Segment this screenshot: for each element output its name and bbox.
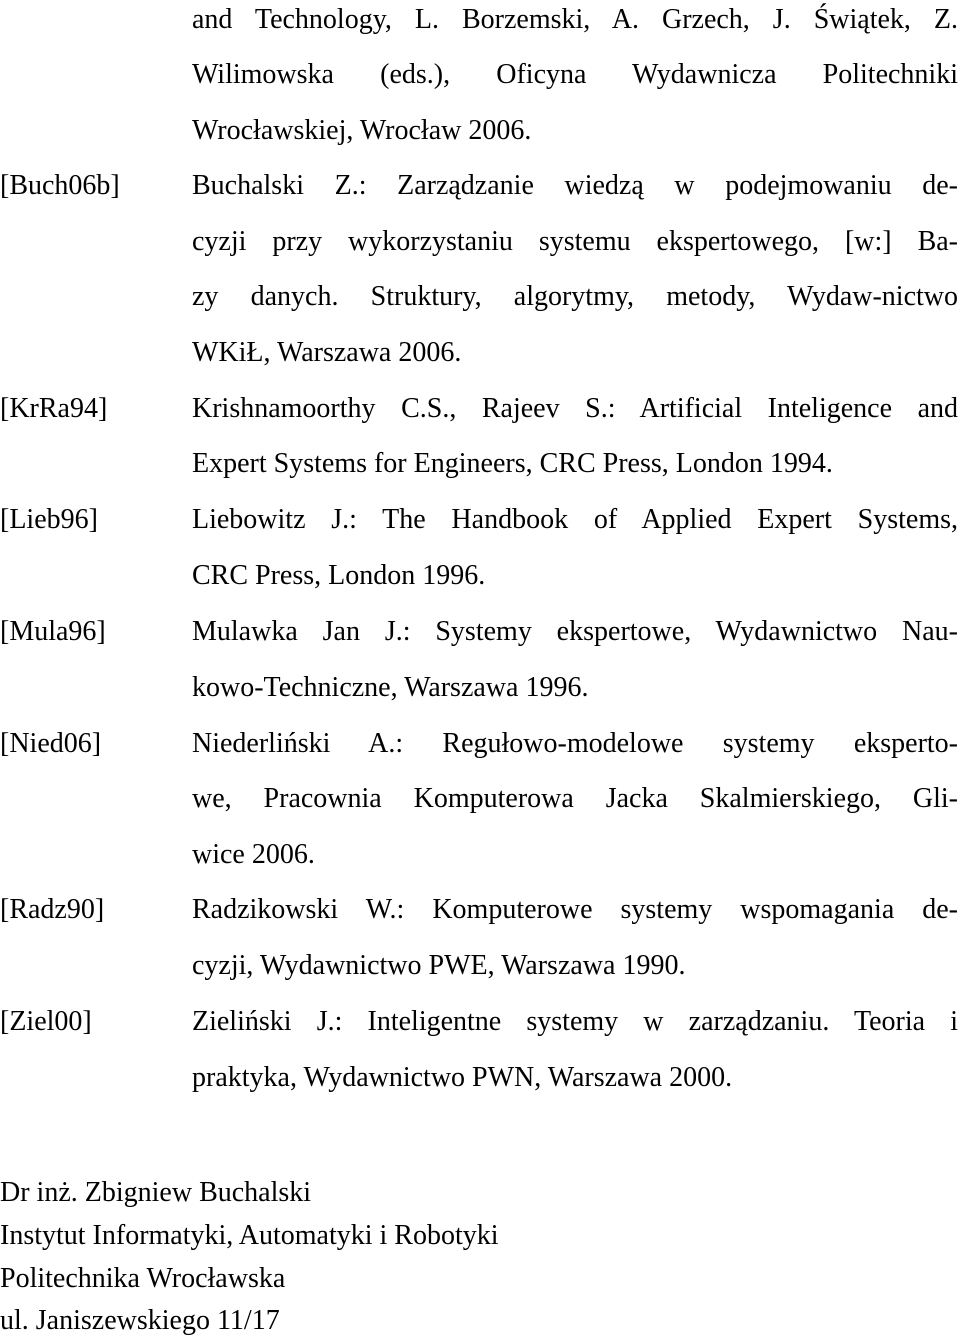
reference-text: Krishnamoorthy C.S., Rajeev S.: Artifici… — [192, 393, 958, 424]
reference-text: Radzikowski W.: Komputerowe systemy wspo… — [192, 894, 958, 925]
author-address: ul. Janiszewskiego 11/17 — [0, 1305, 280, 1336]
reference-line: wice 2006. — [0, 835, 960, 875]
reference-text: Niederliński A.: Regułowo-modelowe syste… — [192, 728, 958, 759]
reference-continuation-line: Wilimowska (eds.), Oficyna Wydawnicza Po… — [0, 55, 960, 95]
reference-line: zy danych. Struktury, algorytmy, metody,… — [0, 277, 960, 317]
author-institute: Instytut Informatyki, Automatyki i Robot… — [0, 1220, 499, 1251]
reference-key: [Lieb96] — [0, 504, 98, 535]
reference-entry: [Ziel00] Zieliński J.: Inteligentne syst… — [0, 1002, 960, 1042]
reference-key: [Mula96] — [0, 616, 106, 647]
reference-text: Wilimowska (eds.), Oficyna Wydawnicza Po… — [192, 59, 958, 90]
reference-text: Wrocławskiej, Wrocław 2006. — [192, 115, 532, 146]
reference-text: Liebowitz J.: The Handbook of Applied Ex… — [192, 504, 958, 535]
reference-text: praktyka, Wydawnictwo PWN, Warszawa 2000… — [192, 1062, 733, 1093]
reference-text: wice 2006. — [192, 839, 315, 870]
reference-line: we, Pracownia Komputerowa Jacka Skalmier… — [0, 779, 960, 819]
reference-text: Expert Systems for Engineers, CRC Press,… — [192, 448, 833, 479]
reference-key: [Nied06] — [0, 728, 102, 759]
reference-text: Mulawka Jan J.: Systemy ekspertowe, Wyda… — [192, 616, 958, 647]
reference-line: CRC Press, London 1996. — [0, 556, 960, 596]
reference-text: CRC Press, London 1996. — [192, 560, 486, 591]
reference-text: cyzji przy wykorzystaniu systemu ekspert… — [192, 226, 958, 257]
reference-text: and Technology, L. Borzemski, A. Grzech,… — [192, 4, 958, 35]
reference-entry: [Lieb96] Liebowitz J.: The Handbook of A… — [0, 500, 960, 540]
reference-entry: [Radz90] Radzikowski W.: Komputerowe sys… — [0, 890, 960, 930]
reference-line: cyzji przy wykorzystaniu systemu ekspert… — [0, 222, 960, 262]
reference-line: WKiŁ, Warszawa 2006. — [0, 333, 960, 373]
reference-text: we, Pracownia Komputerowa Jacka Skalmier… — [192, 783, 958, 814]
reference-text: zy danych. Struktury, algorytmy, metody,… — [192, 281, 958, 312]
reference-entry: [Nied06] Niederliński A.: Regułowo-model… — [0, 724, 960, 764]
author-name: Dr inż. Zbigniew Buchalski — [0, 1177, 312, 1208]
reference-key: [Buch06b] — [0, 170, 120, 201]
reference-entry: [KrRa94] Krishnamoorthy C.S., Rajeev S.:… — [0, 389, 960, 429]
reference-line: cyzji, Wydawnictwo PWE, Warszawa 1990. — [0, 946, 960, 986]
reference-text: Zieliński J.: Inteligentne systemy w zar… — [192, 1006, 958, 1037]
author-university: Politechnika Wrocławska — [0, 1263, 286, 1294]
reference-entry: [Mula96] Mulawka Jan J.: Systemy ekspert… — [0, 612, 960, 652]
reference-line: praktyka, Wydawnictwo PWN, Warszawa 2000… — [0, 1058, 960, 1098]
reference-text: Buchalski Z.: Zarządzanie wiedzą w podej… — [192, 170, 958, 201]
reference-key: [Radz90] — [0, 894, 105, 925]
reference-line: Expert Systems for Engineers, CRC Press,… — [0, 444, 960, 484]
reference-continuation-line: Wrocławskiej, Wrocław 2006. — [0, 111, 960, 151]
reference-key: [Ziel00] — [0, 1006, 92, 1037]
reference-text: cyzji, Wydawnictwo PWE, Warszawa 1990. — [192, 950, 686, 981]
reference-continuation-line: and Technology, L. Borzemski, A. Grzech,… — [0, 0, 960, 40]
reference-line: kowo-Techniczne, Warszawa 1996. — [0, 668, 960, 708]
reference-text: kowo-Techniczne, Warszawa 1996. — [192, 672, 589, 703]
reference-key: [KrRa94] — [0, 393, 108, 424]
reference-entry: [Buch06b] Buchalski Z.: Zarządzanie wied… — [0, 166, 960, 206]
reference-text: WKiŁ, Warszawa 2006. — [192, 337, 462, 368]
